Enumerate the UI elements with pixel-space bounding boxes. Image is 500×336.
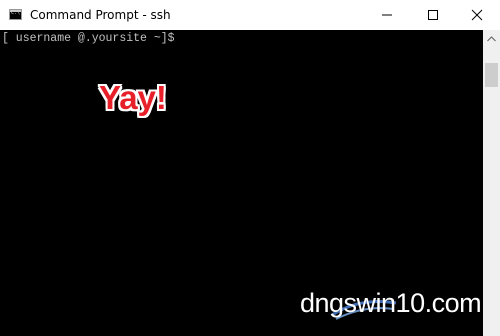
maximize-button[interactable] xyxy=(410,0,456,30)
close-button[interactable] xyxy=(454,0,500,30)
console-icon: C:\ xyxy=(9,9,22,20)
title-bar[interactable]: C:\ Command Prompt - ssh xyxy=(0,0,500,30)
minimize-icon xyxy=(382,14,392,16)
scroll-thumb[interactable] xyxy=(485,63,498,87)
shell-prompt: [ username @.yoursite ~]$ xyxy=(2,32,175,45)
watermark-text: dngswin10.com xyxy=(300,288,482,318)
close-icon xyxy=(471,9,483,21)
minimize-button[interactable] xyxy=(364,0,410,30)
maximize-icon xyxy=(428,10,438,20)
window-title: Command Prompt - ssh xyxy=(30,8,171,22)
scroll-up-button[interactable] xyxy=(483,30,500,47)
watermark: dngswin10.com xyxy=(300,287,500,333)
scroll-up-arrow-icon xyxy=(487,35,496,41)
command-prompt-window: C:\ Command Prompt - ssh [ username @.yo… xyxy=(0,0,500,336)
overlay-caption: Yay! xyxy=(99,79,167,116)
